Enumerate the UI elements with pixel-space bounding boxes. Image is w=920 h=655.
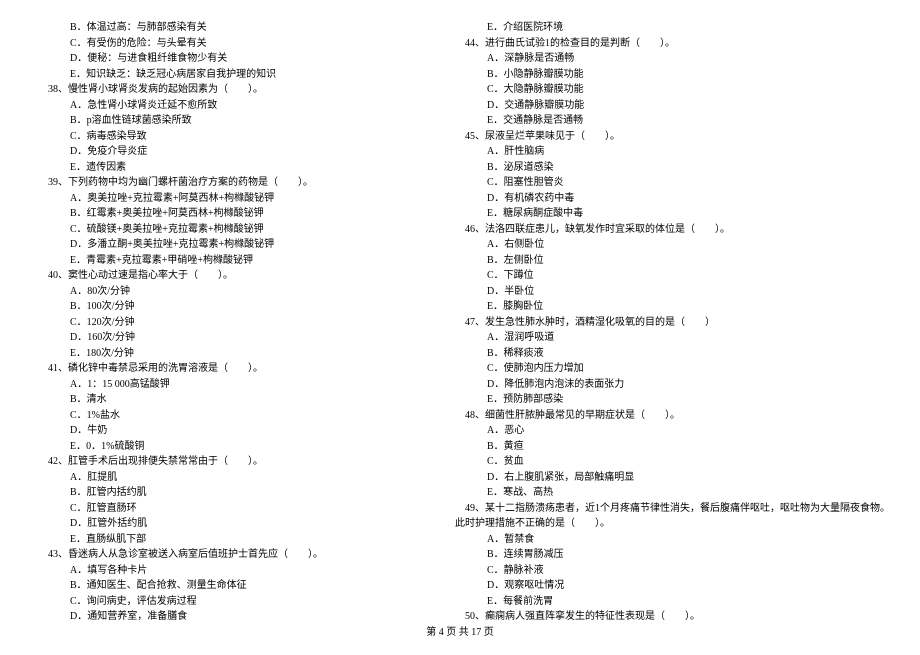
question-stem: 46、法洛四联症患儿，缺氧发作时宜采取的体位是（ ）。	[447, 222, 890, 238]
option-item: E．每餐前洗胃	[447, 594, 890, 610]
option-item: A．暂禁食	[447, 532, 890, 548]
page-footer: 第 4 页 共 17 页	[0, 623, 920, 638]
question-stem: 39、下列药物中均为幽门螺杆菌治疗方案的药物是（ ）。	[30, 175, 417, 191]
option-item: A．急性肾小球肾炎迁延不愈所致	[30, 98, 417, 114]
option-item: A．80次/分钟	[30, 284, 417, 300]
option-item: A．1：15 000高锰酸钾	[30, 377, 417, 393]
right-column: E．介绍医院环境 44、进行曲氏试验1的检查目的是判断（ ）。 A．深静脉是否通…	[447, 20, 890, 625]
question-stem: 40、窦性心动过速是指心率大于（ ）。	[30, 268, 417, 284]
option-item: B．清水	[30, 392, 417, 408]
option-item: D．免疫介导炎症	[30, 144, 417, 160]
option-item: B．泌尿道感染	[447, 160, 890, 176]
option-item: B．红霉素+奥美拉唑+阿莫西林+枸橼酸铋钾	[30, 206, 417, 222]
question-stem: 45、尿液呈烂苹果味见于（ ）。	[447, 129, 890, 145]
option-item: A．湿润呼吸道	[447, 330, 890, 346]
option-item: C．询问病史，评估发病过程	[30, 594, 417, 610]
option-item: B．稀释痰液	[447, 346, 890, 362]
option-item: C．阻塞性胆管炎	[447, 175, 890, 191]
option-item: E．180次/分钟	[30, 346, 417, 362]
option-item: B．连续胃肠减压	[447, 547, 890, 563]
option-item: D．160次/分钟	[30, 330, 417, 346]
option-item: D．观察呕吐情况	[447, 578, 890, 594]
question-stem: 49、某十二指肠溃疡患者，近1个月疼痛节律性消失，餐后腹痛伴呕吐，呕吐物为大量隔…	[447, 501, 890, 517]
option-item: E．交通静脉是否通畅	[447, 113, 890, 129]
option-item: D．有机磷农药中毒	[447, 191, 890, 207]
option-item: A．肝性脑病	[447, 144, 890, 160]
option-item: E．膝胸卧位	[447, 299, 890, 315]
option-item: A．填写各种卡片	[30, 563, 417, 579]
question-stem: 42、肛管手术后出现排便失禁常常由于（ ）。	[30, 454, 417, 470]
option-item: C．有受伤的危险：与头晕有关	[30, 36, 417, 52]
question-stem: 41、磷化锌中毒禁忌采用的洗胃溶液是（ ）。	[30, 361, 417, 377]
question-stem: 38、慢性肾小球肾炎发病的起始因素为（ ）。	[30, 82, 417, 98]
question-stem: 48、细菌性肝脓肿最常见的早期症状是（ ）。	[447, 408, 890, 424]
option-item: D．降低肺泡内泡沫的表面张力	[447, 377, 890, 393]
option-item: C．使肺泡内压力增加	[447, 361, 890, 377]
option-item: B．体温过高：与肺部感染有关	[30, 20, 417, 36]
option-item: C．120次/分钟	[30, 315, 417, 331]
option-item: B．小隐静脉瓣膜功能	[447, 67, 890, 83]
option-item: C．1%盐水	[30, 408, 417, 424]
question-stem-cont: 此时护理措施不正确的是（ ）。	[447, 516, 890, 532]
option-item: E．直肠纵肌下部	[30, 532, 417, 548]
option-item: C．下蹲位	[447, 268, 890, 284]
question-stem: 47、发生急性肺水肿时，酒精湿化吸氧的目的是（ ）	[447, 315, 890, 331]
option-item: B．肛管内括约肌	[30, 485, 417, 501]
option-item: B．通知医生、配合抢救、测量生命体征	[30, 578, 417, 594]
option-item: B．左侧卧位	[447, 253, 890, 269]
option-item: B．黄疸	[447, 439, 890, 455]
option-item: C．病毒感染导致	[30, 129, 417, 145]
option-item: E．0．1%硫酸铜	[30, 439, 417, 455]
option-item: D．交通静脉瓣膜功能	[447, 98, 890, 114]
option-item: C．静脉补液	[447, 563, 890, 579]
option-item: A．深静脉是否通畅	[447, 51, 890, 67]
option-item: A．肛提肌	[30, 470, 417, 486]
option-item: E．知识缺乏：缺乏冠心病居家自我护理的知识	[30, 67, 417, 83]
option-item: A．恶心	[447, 423, 890, 439]
option-item: D．右上腹肌紧张，局部触痛明显	[447, 470, 890, 486]
option-item: C．硫酸镁+奥美拉唑+克拉霉素+枸橼酸铋钾	[30, 222, 417, 238]
left-column: B．体温过高：与肺部感染有关 C．有受伤的危险：与头晕有关 D．便秘：与进食粗纤…	[30, 20, 417, 625]
question-stem: 43、昏迷病人从急诊室被送入病室后值班护士首先应（ ）。	[30, 547, 417, 563]
option-item: C．肛管直肠环	[30, 501, 417, 517]
option-item: D．便秘：与进食粗纤维食物少有关	[30, 51, 417, 67]
option-item: B．p溶血性链球菌感染所致	[30, 113, 417, 129]
page-content: B．体温过高：与肺部感染有关 C．有受伤的危险：与头晕有关 D．便秘：与进食粗纤…	[0, 0, 920, 655]
option-item: C．大隐静脉瓣膜功能	[447, 82, 890, 98]
option-item: D．牛奶	[30, 423, 417, 439]
option-item: D．半卧位	[447, 284, 890, 300]
option-item: C．贫血	[447, 454, 890, 470]
option-item: A．右侧卧位	[447, 237, 890, 253]
option-item: E．遗传因素	[30, 160, 417, 176]
option-item: E．介绍医院环境	[447, 20, 890, 36]
option-item: E．青霉素+克拉霉素+甲硝唑+枸橼酸铋钾	[30, 253, 417, 269]
option-item: E．糖尿病酮症酸中毒	[447, 206, 890, 222]
option-item: B．100次/分钟	[30, 299, 417, 315]
option-item: E．预防肺部感染	[447, 392, 890, 408]
question-stem: 44、进行曲氏试验1的检查目的是判断（ ）。	[447, 36, 890, 52]
option-item: D．多潘立酮+奥美拉唑+克拉霉素+枸橼酸铋钾	[30, 237, 417, 253]
option-item: D．肛管外括约肌	[30, 516, 417, 532]
option-item: E．寒战、高热	[447, 485, 890, 501]
option-item: A．奥美拉唑+克拉霉素+阿莫西林+枸橼酸铋钾	[30, 191, 417, 207]
